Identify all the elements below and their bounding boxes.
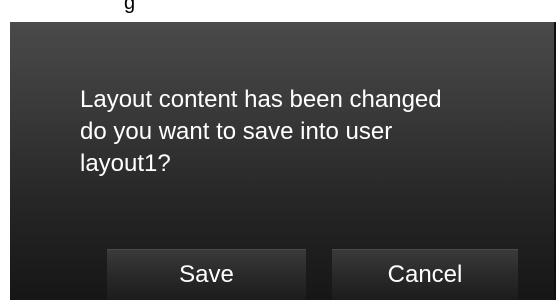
window-title-bar: g bbox=[0, 0, 556, 22]
cancel-button[interactable]: Cancel bbox=[332, 249, 518, 300]
dialog-message-line-2: do you want to save into user bbox=[80, 118, 393, 145]
save-layout-dialog: Layout content has been changed do you w… bbox=[10, 22, 556, 300]
dialog-message: Layout content has been changed do you w… bbox=[80, 84, 500, 180]
dialog-message-line-1: Layout content has been changed bbox=[80, 86, 442, 113]
save-button[interactable]: Save bbox=[107, 249, 306, 300]
window-title: g bbox=[124, 0, 136, 14]
dialog-message-line-3: layout1? bbox=[80, 150, 171, 177]
